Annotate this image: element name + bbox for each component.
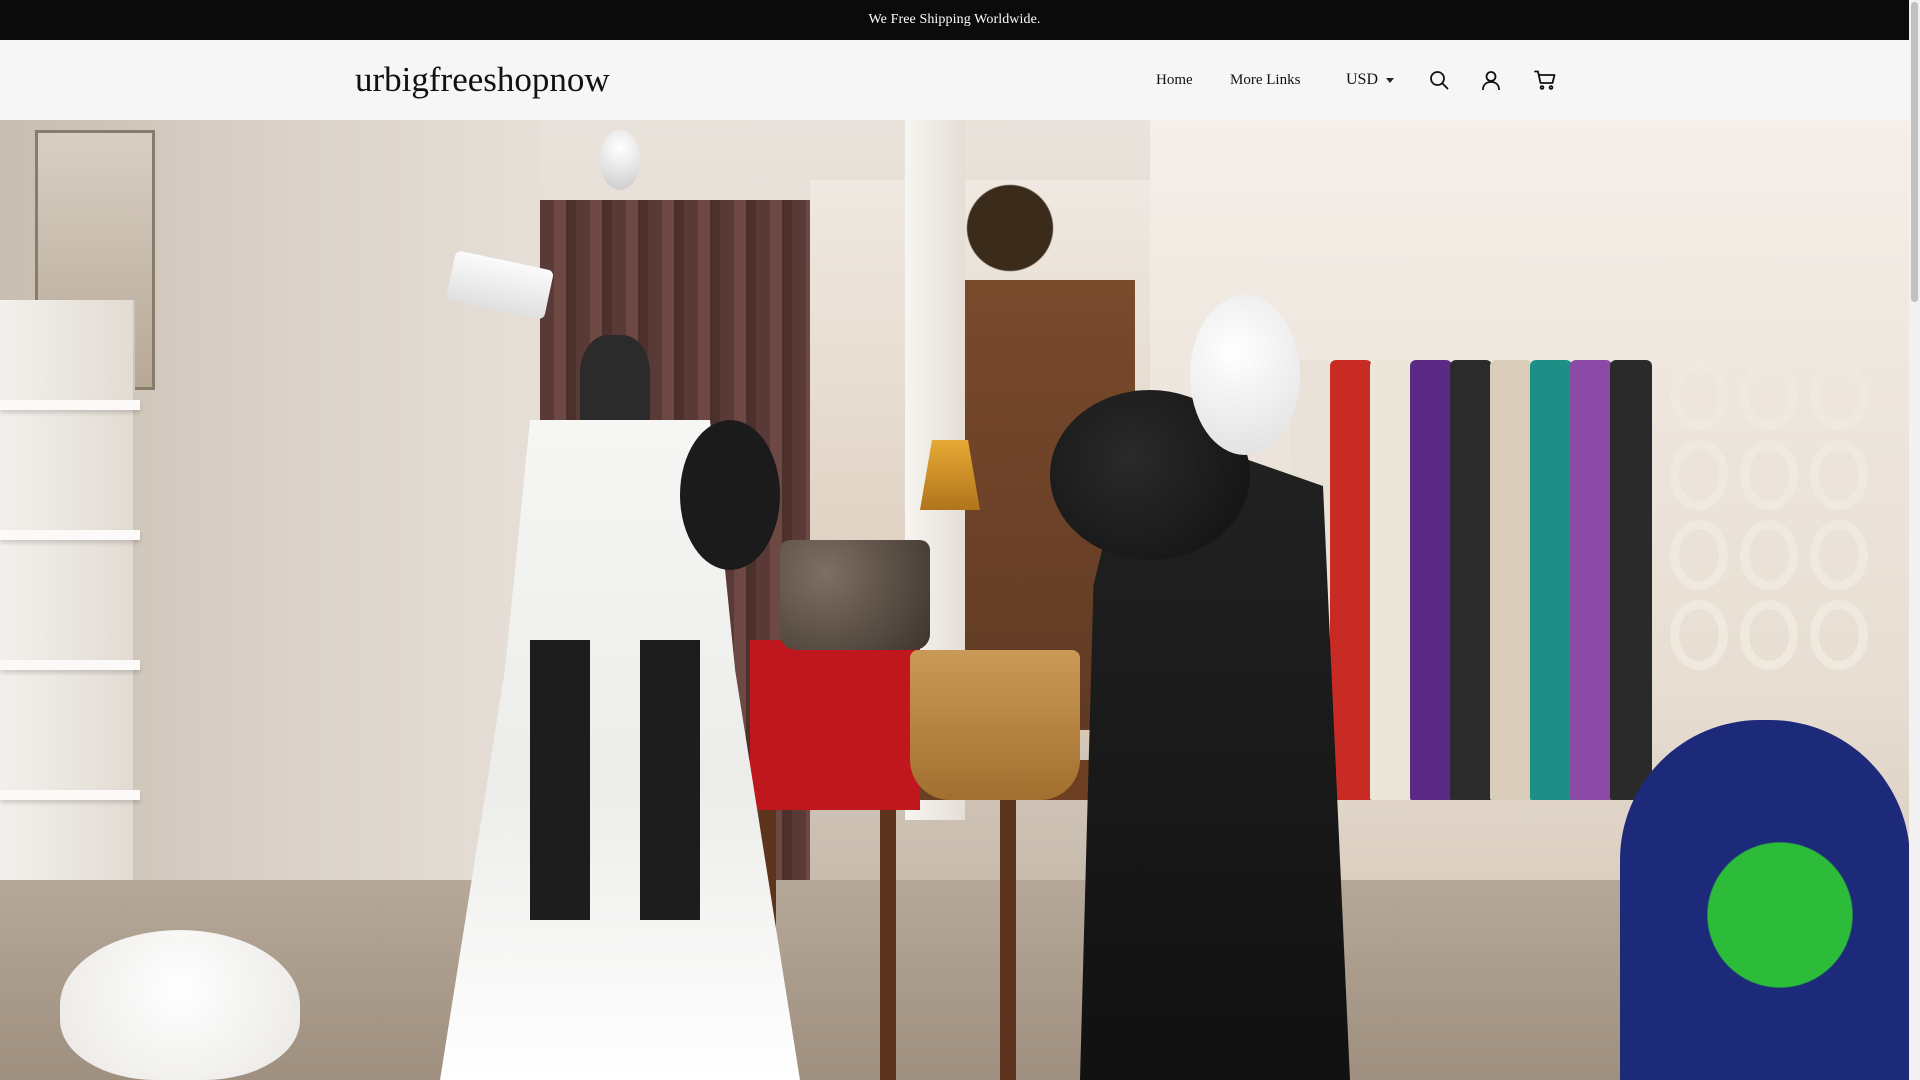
site-header: urbigfreeshopnow Home More Links USD bbox=[0, 40, 1909, 120]
hero-scene-ring bbox=[1670, 600, 1728, 670]
hero-scene-mannequin-head bbox=[1190, 295, 1300, 455]
nav-more-links-link[interactable]: More Links bbox=[1230, 70, 1300, 90]
currency-selector[interactable]: USD bbox=[1346, 68, 1395, 92]
hero-scene-black-sleeve bbox=[680, 420, 780, 570]
chevron-down-icon bbox=[1386, 78, 1395, 83]
hero-scene-shelf bbox=[0, 530, 140, 540]
account-icon bbox=[1482, 71, 1500, 90]
hero-banner bbox=[0, 120, 1909, 1080]
hero-scene-pendant-lamp bbox=[600, 130, 640, 190]
hero-scene-dog bbox=[60, 930, 300, 1080]
hero-scene-handbag bbox=[910, 650, 1080, 800]
nav-home-link[interactable]: Home bbox=[1156, 70, 1193, 90]
hero-scene-garment bbox=[1410, 360, 1452, 800]
hero-scene-ring bbox=[1810, 600, 1868, 670]
hero-scene-handbag bbox=[780, 540, 930, 650]
cart-icon bbox=[1534, 70, 1556, 90]
hero-scene-ring bbox=[1670, 440, 1728, 510]
cart-button[interactable] bbox=[1532, 67, 1558, 93]
hero-scene-shelf bbox=[0, 400, 140, 410]
scrollbar-thumb[interactable] bbox=[1911, 2, 1918, 302]
hero-scene-ring bbox=[1810, 360, 1868, 430]
hero-scene-garment bbox=[1370, 360, 1412, 800]
hero-scene-dress-stripe bbox=[640, 640, 700, 920]
hero-scene-ring bbox=[1810, 440, 1868, 510]
announcement-text: We Free Shipping Worldwide. bbox=[868, 12, 1041, 27]
hero-scene-mannequin-neck bbox=[580, 335, 650, 430]
hero-scene-shelf bbox=[0, 660, 140, 670]
hero-scene-ring-divider bbox=[1660, 350, 1909, 950]
hero-scene-ring bbox=[1740, 600, 1798, 670]
hero-scene-ring bbox=[1810, 520, 1868, 590]
main-nav: Home More Links bbox=[0, 40, 1909, 120]
hero-scene-dress-stripe bbox=[530, 640, 590, 920]
hero-scene-ring bbox=[1670, 360, 1728, 430]
hero-scene-ring bbox=[1670, 520, 1728, 590]
hero-scene-garment bbox=[1450, 360, 1492, 800]
search-icon bbox=[1430, 71, 1449, 90]
hero-scene-garment bbox=[1610, 360, 1652, 800]
search-button[interactable] bbox=[1426, 67, 1452, 93]
hero-scene-garment bbox=[1490, 360, 1532, 800]
announcement-bar: We Free Shipping Worldwide. bbox=[0, 0, 1909, 40]
hero-scene-ring bbox=[1740, 520, 1798, 590]
hero-scene-garment bbox=[1530, 360, 1572, 800]
hero-scene-garment bbox=[1330, 360, 1372, 800]
page-scrollbar[interactable] bbox=[1909, 0, 1920, 1080]
account-button[interactable] bbox=[1478, 67, 1504, 93]
hero-scene-shelf bbox=[0, 790, 140, 800]
hero-scene-garment bbox=[1570, 360, 1612, 800]
hero-scene-ring bbox=[1740, 440, 1798, 510]
hero-scene-chandelier bbox=[960, 140, 1060, 360]
hero-scene-ring bbox=[1740, 360, 1798, 430]
hero-scene-red-box bbox=[750, 640, 920, 810]
currency-label: USD bbox=[1346, 71, 1379, 88]
